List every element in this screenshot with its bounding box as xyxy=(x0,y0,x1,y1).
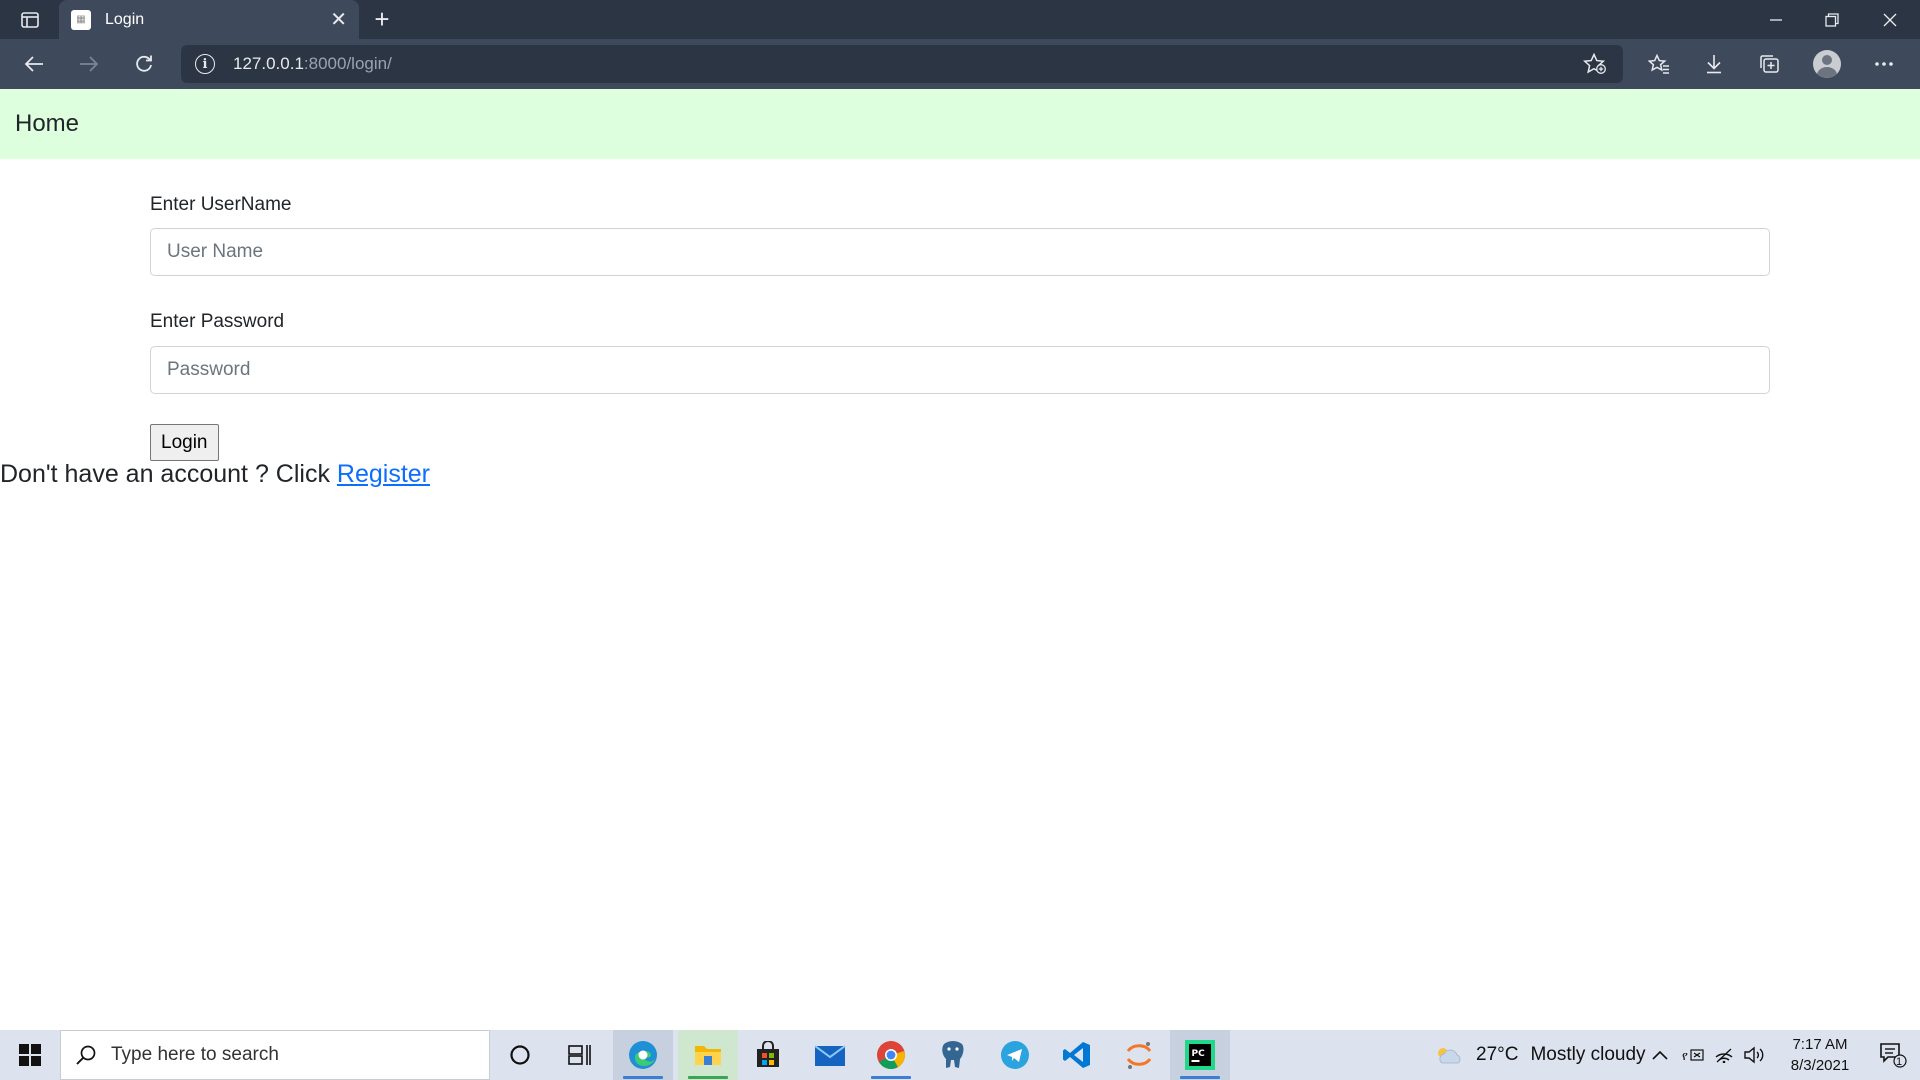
postgresql-icon[interactable] xyxy=(923,1030,983,1080)
register-prompt-text: Don't have an account ? Click xyxy=(0,460,337,488)
svg-text:የ: የ xyxy=(1682,1049,1688,1063)
clock-time: 7:17 AM xyxy=(1792,1036,1848,1053)
forward-arrow-icon[interactable] xyxy=(71,48,107,80)
chrome-icon[interactable] xyxy=(861,1030,921,1080)
address-bar[interactable]: i 127.0.0.1:8000/login/ xyxy=(181,45,1623,83)
close-tab-icon[interactable]: ✕ xyxy=(330,10,347,30)
microsoft-store-icon[interactable] xyxy=(738,1030,798,1080)
url-text: 127.0.0.1:8000/login/ xyxy=(233,54,392,73)
page-favicon-icon: ▦ xyxy=(71,9,91,30)
register-prompt: Don't have an account ? Click Register xyxy=(0,460,430,489)
telegram-icon[interactable] xyxy=(985,1030,1045,1080)
close-window-icon[interactable] xyxy=(1862,0,1918,39)
taskbar-search-box[interactable]: Type here to search xyxy=(60,1030,490,1080)
restore-icon[interactable] xyxy=(1804,0,1860,39)
weather-widget[interactable]: 27°C Mostly cloudy xyxy=(1434,1030,1646,1080)
windows-start-icon[interactable] xyxy=(0,1030,60,1080)
site-navbar: Home xyxy=(0,89,1920,159)
tab-title: Login xyxy=(105,10,145,28)
file-explorer-icon[interactable] xyxy=(678,1030,738,1080)
jupyter-icon[interactable] xyxy=(1109,1030,1169,1080)
screen: ▦ Login ✕ + i 127.0.0.1:8000/login/ Home… xyxy=(0,0,1920,1080)
show-hidden-icons-icon[interactable] xyxy=(1652,1030,1668,1080)
search-icon xyxy=(76,1045,96,1065)
svg-text:PC: PC xyxy=(1192,1049,1206,1059)
back-arrow-icon[interactable] xyxy=(16,48,52,80)
tab-actions-icon[interactable] xyxy=(14,8,46,32)
collections-icon[interactable] xyxy=(1751,48,1787,80)
cloud-icon xyxy=(1438,1048,1461,1064)
wifi-icon[interactable] xyxy=(1714,1030,1734,1080)
ime-icon[interactable]: የ xyxy=(1682,1030,1704,1080)
register-link[interactable]: Register xyxy=(337,460,430,488)
refresh-icon[interactable] xyxy=(126,48,162,80)
login-button[interactable]: Login xyxy=(150,424,219,461)
edge-browser-icon[interactable] xyxy=(613,1030,673,1080)
browser-toolbar: i 127.0.0.1:8000/login/ xyxy=(0,39,1920,89)
downloads-icon[interactable] xyxy=(1696,48,1732,80)
weather-desc: Mostly cloudy xyxy=(1530,1044,1646,1065)
username-label: Enter UserName xyxy=(150,194,292,215)
vscode-icon[interactable] xyxy=(1047,1030,1107,1080)
minimize-icon[interactable] xyxy=(1748,0,1804,39)
search-placeholder: Type here to search xyxy=(111,1044,279,1065)
cortana-icon[interactable] xyxy=(490,1030,550,1080)
task-view-icon[interactable] xyxy=(550,1030,610,1080)
windows-taskbar: Type here to search PC 27°C Mostly cloud… xyxy=(0,1030,1920,1080)
notification-count: 1 xyxy=(1896,1056,1903,1068)
more-menu-icon[interactable] xyxy=(1866,48,1902,80)
new-tab-icon[interactable]: + xyxy=(368,6,396,34)
password-label: Enter Password xyxy=(150,311,285,332)
active-tab[interactable]: ▦ Login ✕ xyxy=(59,0,359,39)
volume-icon[interactable] xyxy=(1743,1030,1765,1080)
pycharm-icon[interactable]: PC xyxy=(1170,1030,1230,1080)
add-favorite-icon[interactable] xyxy=(1582,52,1607,80)
profile-avatar-icon[interactable] xyxy=(1813,50,1841,78)
taskbar-clock[interactable]: 7:17 AM 8/3/2021 xyxy=(1770,1034,1870,1076)
mail-icon[interactable] xyxy=(800,1030,860,1080)
weather-temp: 27°C xyxy=(1476,1044,1519,1065)
favorites-icon[interactable] xyxy=(1641,48,1677,80)
browser-tab-bar: ▦ Login ✕ + xyxy=(0,0,1920,39)
home-link[interactable]: Home xyxy=(15,110,79,138)
notification-center-icon[interactable]: 1 xyxy=(1866,1030,1920,1080)
site-info-icon[interactable]: i xyxy=(195,54,215,74)
clock-date: 8/3/2021 xyxy=(1790,1057,1850,1074)
username-input[interactable] xyxy=(150,228,1770,276)
password-input[interactable] xyxy=(150,346,1770,394)
